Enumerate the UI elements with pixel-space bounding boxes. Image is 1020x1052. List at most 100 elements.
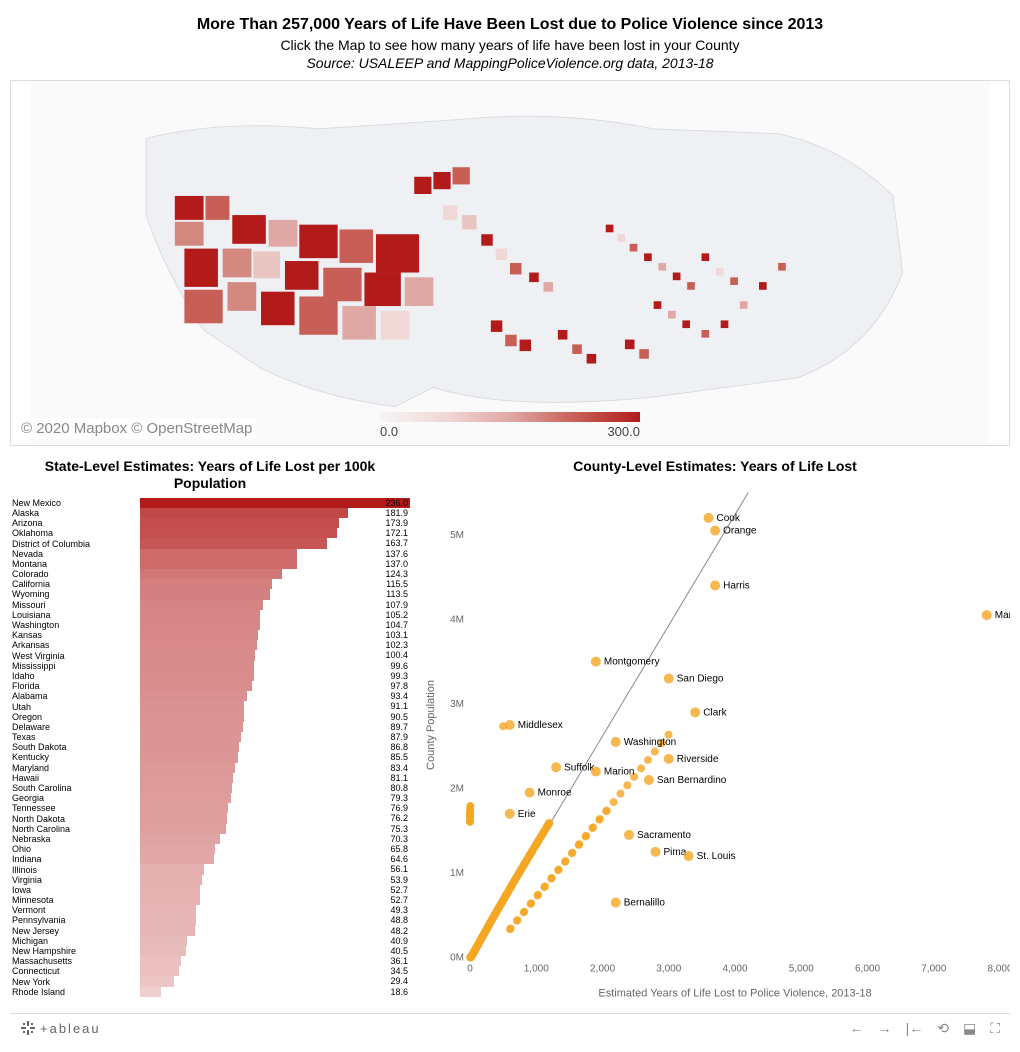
scatter-point-labeled[interactable] [664,674,674,684]
state-row[interactable]: Nebraska 70.3 [10,834,410,844]
state-row[interactable]: Pennsylvania 48.8 [10,915,410,925]
scatter-point[interactable] [547,875,555,883]
undo-button[interactable]: ← [850,1020,864,1037]
download-button[interactable]: ⬓ [963,1020,976,1037]
scatter-point[interactable] [514,870,522,878]
scatter-point-labeled[interactable] [505,720,515,730]
state-row[interactable]: Alaska 181.9 [10,508,410,518]
redo-button[interactable]: → [878,1020,892,1037]
scatter-point-labeled[interactable] [624,830,634,840]
state-row[interactable]: Montana 137.0 [10,559,410,569]
state-row[interactable]: Georgia 79.3 [10,793,410,803]
state-bar-list[interactable]: New Mexico 236.0 Alaska 181.9 Arizona 17… [10,498,410,1005]
state-row[interactable]: Massachusetts 36.1 [10,956,410,966]
state-row[interactable]: Minnesota 52.7 [10,895,410,905]
state-row[interactable]: North Carolina 75.3 [10,824,410,834]
state-row[interactable]: Florida 97.8 [10,681,410,691]
scatter-point[interactable] [554,866,562,874]
scatter-point[interactable] [501,894,509,902]
state-row[interactable]: Wyoming 113.5 [10,589,410,599]
state-row[interactable]: North Dakota 76.2 [10,813,410,823]
state-row[interactable]: Kentucky 85.5 [10,752,410,762]
scatter-point-labeled[interactable] [651,847,661,857]
state-row[interactable]: Texas 87.9 [10,732,410,742]
fullscreen-button[interactable]: ⛶ [990,1020,1000,1037]
share-button[interactable]: ⟲ [937,1020,949,1037]
scatter-point-labeled[interactable] [982,610,992,620]
state-row[interactable]: Ohio 65.8 [10,844,410,854]
state-row[interactable]: Washington 104.7 [10,620,410,630]
state-row[interactable]: New Mexico 236.0 [10,498,410,508]
choropleth-map[interactable]: © 2020 Mapbox © OpenStreetMap 0.0 300.0 [10,80,1010,446]
scatter-point[interactable] [497,901,505,909]
state-row[interactable]: Hawaii 81.1 [10,773,410,783]
scatter-point[interactable] [582,833,590,841]
scatter-point[interactable] [519,862,527,870]
scatter-point[interactable] [466,803,474,811]
scatter-point[interactable] [534,892,542,900]
scatter-point[interactable] [520,908,528,916]
map-svg[interactable] [11,81,1009,445]
scatter-point[interactable] [602,807,610,815]
scatter-point[interactable] [466,814,474,822]
state-row[interactable]: Colorado 124.3 [10,569,410,579]
scatter-point[interactable] [530,844,538,852]
scatter-point-labeled[interactable] [591,767,601,777]
scatter-point[interactable] [510,878,518,886]
state-row[interactable]: Illinois 56.1 [10,864,410,874]
scatter-point[interactable] [561,858,569,866]
state-row[interactable]: District of Columbia 163.7 [10,538,410,548]
scatter-area[interactable]: 01,0002,0003,0004,0005,0006,0007,0008,00… [420,480,1010,1005]
scatter-point[interactable] [513,917,521,925]
scatter-point[interactable] [610,798,618,806]
scatter-point[interactable] [506,925,514,933]
state-row[interactable]: Iowa 52.7 [10,885,410,895]
scatter-point[interactable] [540,883,548,891]
state-row[interactable]: Louisiana 105.2 [10,610,410,620]
state-row[interactable]: New Jersey 48.2 [10,926,410,936]
scatter-point-labeled[interactable] [684,851,694,861]
scatter-point[interactable] [616,790,624,798]
scatter-point-labeled[interactable] [690,707,700,717]
reset-button[interactable]: |← [906,1020,924,1037]
scatter-point[interactable] [637,764,645,772]
scatter-point-labeled[interactable] [611,898,621,908]
scatter-point[interactable] [536,834,544,842]
state-row[interactable]: California 115.5 [10,579,410,589]
state-row[interactable]: Mississippi 99.6 [10,661,410,671]
tableau-logo[interactable]: +ableau [20,1020,101,1036]
scatter-point[interactable] [542,824,550,832]
scatter-point-labeled[interactable] [704,513,714,523]
state-row[interactable]: Alabama 93.4 [10,691,410,701]
scatter-point-labeled[interactable] [664,754,674,764]
scatter-point[interactable] [505,886,513,894]
state-row[interactable]: Delaware 89.7 [10,722,410,732]
state-row[interactable]: Utah 91.1 [10,701,410,711]
scatter-point[interactable] [651,748,659,756]
scatter-point-labeled[interactable] [525,788,535,798]
scatter-svg[interactable]: 01,0002,0003,0004,0005,0006,0007,0008,00… [420,480,1010,1005]
scatter-point[interactable] [595,816,603,824]
state-row[interactable]: Arkansas 102.3 [10,640,410,650]
state-row[interactable]: Rhode Island 18.6 [10,987,410,997]
state-row[interactable]: Missouri 107.9 [10,600,410,610]
state-row[interactable]: Virginia 53.9 [10,875,410,885]
state-row[interactable]: Maryland 83.4 [10,763,410,773]
scatter-point[interactable] [588,824,596,832]
scatter-point-labeled[interactable] [710,581,720,591]
scatter-point[interactable] [644,756,652,764]
scatter-point[interactable] [525,853,533,861]
scatter-point-labeled[interactable] [644,775,654,785]
state-row[interactable]: Oklahoma 172.1 [10,528,410,538]
state-row[interactable]: Kansas 103.1 [10,630,410,640]
scatter-point-labeled[interactable] [710,526,720,536]
state-row[interactable]: Nevada 137.6 [10,549,410,559]
state-row[interactable]: Arizona 173.9 [10,518,410,528]
scatter-point[interactable] [568,849,576,857]
scatter-point-labeled[interactable] [611,737,621,747]
state-row[interactable]: New Hampshire 40.5 [10,946,410,956]
scatter-point-labeled[interactable] [505,809,515,819]
state-row[interactable]: Vermont 49.3 [10,905,410,915]
scatter-point-labeled[interactable] [551,762,561,772]
state-row[interactable]: South Carolina 80.8 [10,783,410,793]
